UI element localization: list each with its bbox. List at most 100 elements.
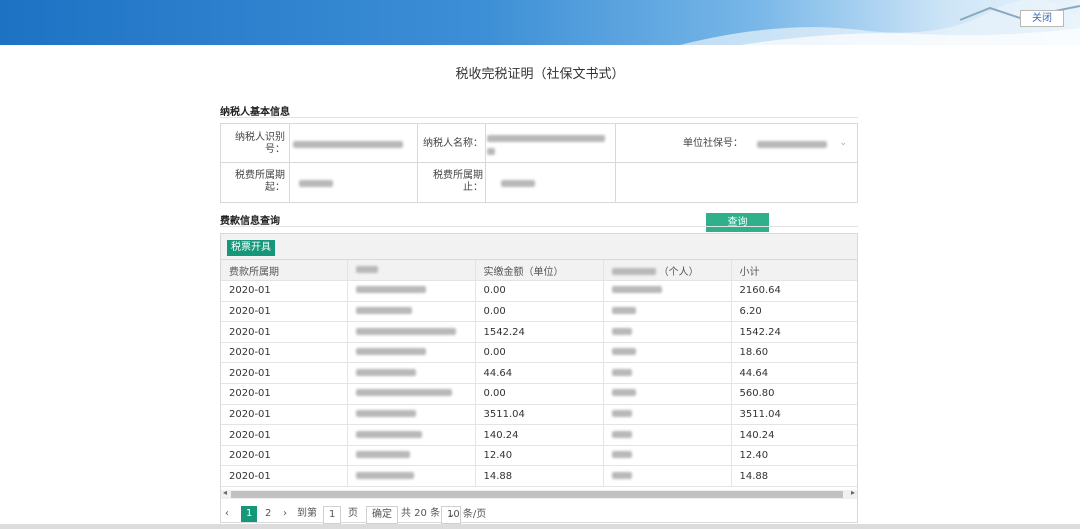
taxpayer-section-title: 纳税人基本信息 (220, 107, 290, 118)
col-header-unit-amount[interactable]: 实缴金额（单位） (475, 260, 604, 282)
period-start-input[interactable] (299, 179, 333, 190)
goto-confirm-button[interactable]: 确定 (366, 506, 398, 524)
table-row[interactable]: 2020-01 12.40 12.40 (221, 445, 857, 467)
cell-unit-amount: 0.00 (475, 280, 604, 302)
table-row[interactable]: 2020-01 14.88 14.88 (221, 465, 857, 488)
taxpayer-name-label: 纳税人名称： (423, 138, 483, 149)
cell-period: 2020-01 (221, 465, 348, 488)
table-toolbar: 税票开具 (221, 234, 857, 260)
table-header-row: 费款所属期 实缴金额（单位） （个人） 小计 (221, 260, 857, 282)
cell-personal-amount (603, 301, 732, 323)
table-row[interactable]: 2020-01 44.64 44.64 (221, 362, 857, 385)
cell-personal-amount (603, 342, 732, 364)
social-no-label: 单位社保号： (683, 138, 743, 149)
cell-personal-amount (603, 362, 732, 385)
chevron-down-icon[interactable]: ⌄ (839, 138, 847, 148)
cell-period: 2020-01 (221, 424, 348, 446)
cell-subtotal: 6.20 (731, 301, 857, 323)
page-1-button[interactable]: 1 (241, 506, 258, 522)
taxpayer-info-form: 纳税人识别号： 纳税人名称： 单位社保号： ⌄ 税费所属期起： 税费所属期止： … (220, 123, 858, 232)
cell-period: 2020-01 (221, 321, 348, 343)
cell-subtotal: 560.80 (731, 383, 857, 405)
table-row[interactable]: 2020-01 0.00 6.20 (221, 301, 857, 323)
period-end-label: 税费所属期止： (433, 170, 483, 193)
cell-period: 2020-01 (221, 342, 348, 364)
cell-period: 2020-01 (221, 445, 348, 467)
period-end-input[interactable] (501, 179, 535, 190)
query-button[interactable]: 查询 (706, 213, 769, 232)
table-row[interactable]: 2020-01 3511.04 3511.04 (221, 404, 857, 426)
section-divider (220, 226, 858, 227)
cell-insurance (347, 404, 476, 426)
cell-insurance (347, 445, 476, 467)
goto-label: 到第 (297, 508, 317, 519)
table-row[interactable]: 2020-01 0.00 18.60 (221, 342, 857, 364)
goto-page-input[interactable]: 1 (323, 506, 342, 524)
cell-unit-amount: 1542.24 (475, 321, 604, 343)
col-header-insurance[interactable] (347, 260, 476, 282)
prev-page-icon[interactable]: ‹ (225, 506, 229, 522)
table-row[interactable]: 2020-01 140.24 140.24 (221, 424, 857, 446)
cell-period: 2020-01 (221, 362, 348, 385)
info-row: 税费所属期起： 税费所属期止： 查询 (221, 163, 857, 232)
page-2-button[interactable]: 2 (265, 506, 271, 522)
divider (485, 124, 486, 202)
col-header-period[interactable]: 费款所属期 (221, 260, 348, 282)
cell-insurance (347, 362, 476, 385)
divider (417, 124, 418, 202)
taxpayer-id-value (293, 140, 403, 151)
cell-period: 2020-01 (221, 280, 348, 302)
social-no-select[interactable] (757, 140, 827, 151)
cell-unit-amount: 3511.04 (475, 404, 604, 426)
fee-section-title: 费款信息查询 (220, 216, 280, 227)
cell-unit-amount: 0.00 (475, 383, 604, 405)
info-row: 纳税人识别号： 纳税人名称： 单位社保号： ⌄ (221, 124, 857, 163)
cell-personal-amount (603, 445, 732, 467)
cell-insurance (347, 342, 476, 364)
cell-unit-amount: 140.24 (475, 424, 604, 446)
table-row[interactable]: 2020-01 0.00 560.80 (221, 383, 857, 405)
cell-insurance (347, 465, 476, 488)
taxpayer-id-label: 纳税人识别号： (235, 132, 285, 155)
page-size-select[interactable]: 10 条/页 ⌄ (441, 506, 486, 524)
scrollbar-thumb[interactable] (231, 491, 843, 498)
cell-subtotal: 3511.04 (731, 404, 857, 426)
next-page-icon[interactable]: › (283, 506, 287, 522)
cell-insurance (347, 280, 476, 302)
fee-table: 费款所属期 实缴金额（单位） （个人） 小计 2020-01 0.00 2160.6… (221, 260, 857, 488)
period-start-label: 税费所属期起： (235, 170, 285, 193)
cell-subtotal: 1542.24 (731, 321, 857, 343)
table-row[interactable]: 2020-01 1542.24 1542.24 (221, 321, 857, 343)
cell-subtotal: 18.60 (731, 342, 857, 364)
cell-insurance (347, 424, 476, 446)
cell-unit-amount: 0.00 (475, 301, 604, 323)
cell-personal-amount (603, 465, 732, 488)
cell-unit-amount: 0.00 (475, 342, 604, 364)
great-wall-illustration (680, 0, 1080, 45)
cell-insurance (347, 383, 476, 405)
total-count: 共 20 条 (401, 508, 441, 519)
page-title: 税收完税证明（社保文书式） (455, 67, 625, 82)
table-row[interactable]: 2020-01 0.00 2160.64 (221, 280, 857, 302)
cell-unit-amount: 12.40 (475, 445, 604, 467)
cell-personal-amount (603, 383, 732, 405)
scroll-left-icon[interactable]: ◂ (223, 488, 227, 497)
fee-table-panel: 税票开具 费款所属期 实缴金额（单位） （个人） 小计 2020-01 0.00 2… (220, 233, 858, 523)
cell-subtotal: 140.24 (731, 424, 857, 446)
cell-personal-amount (603, 280, 732, 302)
divider (289, 124, 290, 202)
cell-subtotal: 14.88 (731, 465, 857, 488)
close-button[interactable]: 关闭 (1020, 10, 1064, 27)
horizontal-scrollbar[interactable]: ◂ ▸ (221, 488, 857, 499)
cell-period: 2020-01 (221, 404, 348, 426)
cell-period: 2020-01 (221, 301, 348, 323)
scroll-right-icon[interactable]: ▸ (851, 488, 855, 497)
header-banner: 关闭 (0, 0, 1080, 45)
col-header-subtotal[interactable]: 小计 (731, 260, 857, 282)
col-header-personal-amount[interactable]: （个人） (603, 260, 732, 282)
cell-unit-amount: 14.88 (475, 465, 604, 488)
cell-personal-amount (603, 404, 732, 426)
cell-insurance (347, 301, 476, 323)
cell-subtotal: 12.40 (731, 445, 857, 467)
print-receipt-button[interactable]: 税票开具 (227, 240, 275, 256)
